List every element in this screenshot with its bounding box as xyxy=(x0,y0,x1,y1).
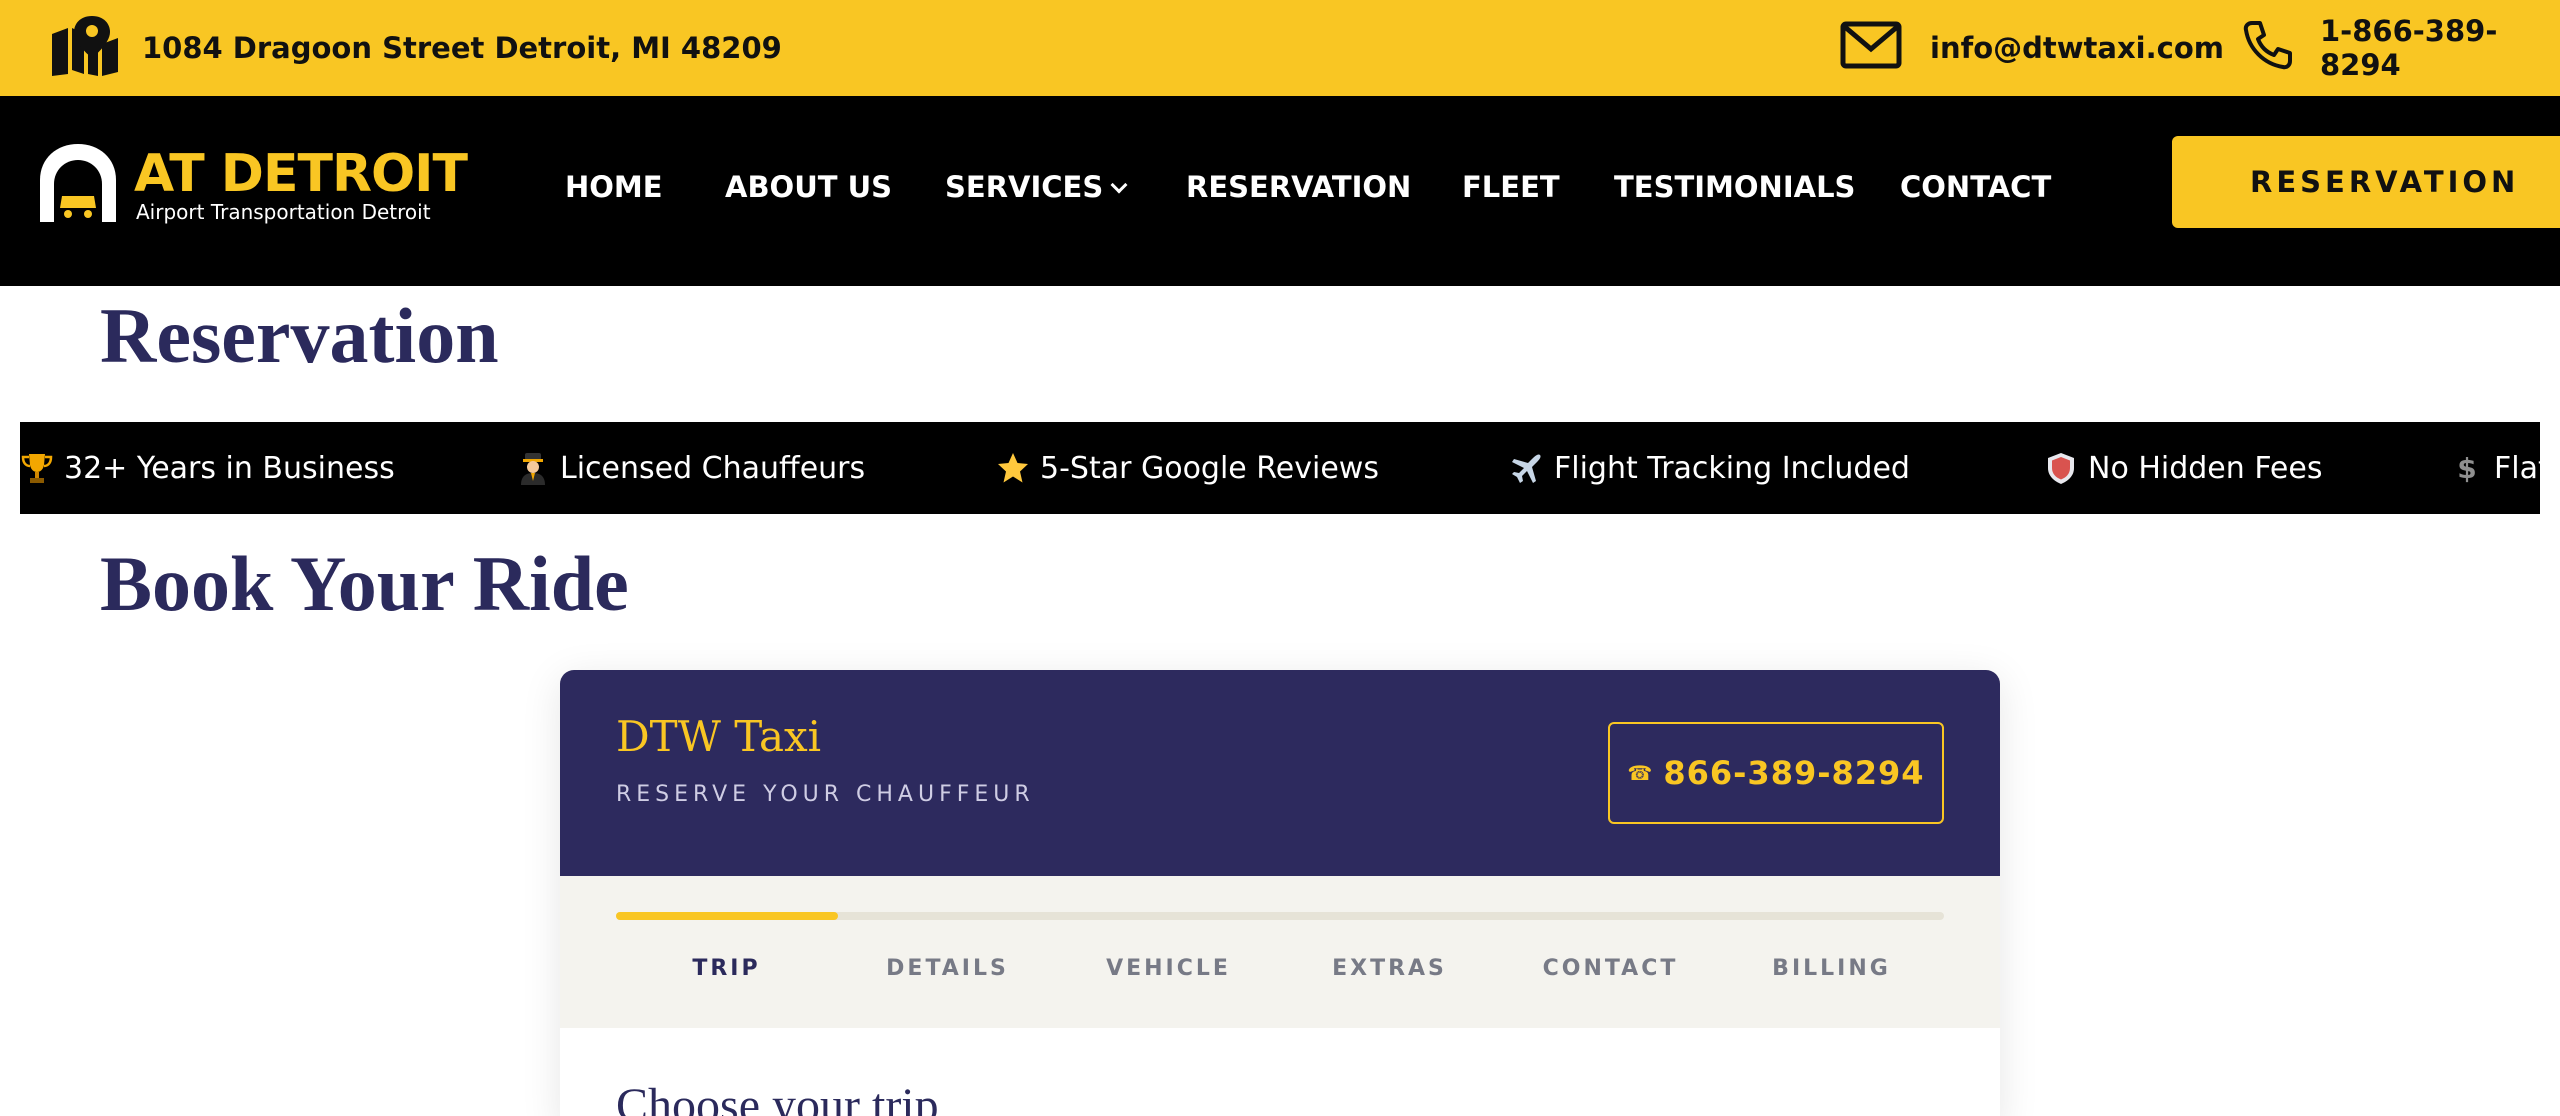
map-pin-icon xyxy=(50,14,120,83)
marquee-item: 32+ Years in Business xyxy=(20,422,395,514)
phone-icon xyxy=(2242,19,2294,78)
svg-text:$: $ xyxy=(2457,452,2476,485)
page-title: Reservation xyxy=(100,292,499,379)
nav-item-testimonials[interactable]: TESTIMONIALS xyxy=(1614,162,1855,212)
section-title: Book Your Ride xyxy=(100,540,629,627)
nav-item-reservation[interactable]: RESERVATION xyxy=(1186,162,1411,212)
main-navbar: AT DETROIT Airport Transportation Detroi… xyxy=(0,96,2560,286)
marquee-item: Flight Tracking Included xyxy=(1510,422,1910,514)
email-link[interactable]: info@dtwtaxi.com xyxy=(1812,18,2224,78)
step-vehicle[interactable]: VEHICLE xyxy=(1058,956,1279,981)
shield-icon xyxy=(2044,451,2078,485)
trust-marquee: 32+ Years in Business Licensed Chauffeur… xyxy=(20,422,2540,514)
marquee-item: 5-Star Google Reviews xyxy=(996,422,1379,514)
marquee-text: 5-Star Google Reviews xyxy=(1040,450,1379,486)
nav-item-services[interactable]: SERVICES xyxy=(945,162,1128,212)
marquee-item: Licensed Chauffeurs xyxy=(516,422,865,514)
brand-tagline: Airport Transportation Detroit xyxy=(136,200,431,224)
marquee-text: No Hidden Fees xyxy=(2088,450,2323,486)
booking-header: DTW Taxi RESERVE YOUR CHAUFFEUR ☎ 866-38… xyxy=(560,670,2000,876)
marquee-item: No Hidden Fees xyxy=(2044,422,2322,514)
nav-item-fleet[interactable]: FLEET xyxy=(1462,162,1560,212)
brand-name: AT DETROIT xyxy=(134,144,468,204)
step-details[interactable]: DETAILS xyxy=(837,956,1058,981)
trip-heading: Choose your trip xyxy=(616,1079,939,1116)
top-info-bar: 1084 Dragoon Street Detroit, MI 48209 in… xyxy=(0,0,2560,96)
envelope-icon xyxy=(1840,21,1902,76)
nav-item-services-label: SERVICES xyxy=(945,170,1104,204)
arch-logo-icon xyxy=(40,144,116,222)
step-trip[interactable]: TRIP xyxy=(616,956,837,981)
step-billing[interactable]: BILLING xyxy=(1721,956,1942,981)
progress-fill xyxy=(616,912,838,920)
address-text: 1084 Dragoon Street Detroit, MI 48209 xyxy=(142,31,782,65)
reservation-cta-button[interactable]: RESERVATION xyxy=(2172,136,2560,228)
phone-text[interactable]: 1-866-389-8294 xyxy=(2320,14,2560,82)
email-text[interactable]: info@dtwtaxi.com xyxy=(1930,31,2224,65)
marquee-item: $ Flat xyxy=(2450,422,2540,514)
nav-item-contact[interactable]: CONTACT xyxy=(1900,162,2051,212)
chevron-down-icon xyxy=(1110,176,1128,194)
nav-item-home[interactable]: HOME xyxy=(565,162,663,212)
step-contact[interactable]: CONTACT xyxy=(1500,956,1721,981)
nav-item-about-us[interactable]: ABOUT US xyxy=(725,162,892,212)
star-icon xyxy=(996,451,1030,485)
marquee-text: Licensed Chauffeurs xyxy=(560,450,866,486)
airplane-icon xyxy=(1510,451,1544,485)
booking-title: DTW Taxi xyxy=(616,712,822,761)
step-extras[interactable]: EXTRAS xyxy=(1279,956,1500,981)
booking-steps: TRIP DETAILS VEHICLE EXTRAS CONTACT BILL… xyxy=(560,876,2000,1028)
marquee-text: Flat xyxy=(2494,450,2540,486)
site-logo[interactable]: AT DETROIT Airport Transportation Detroi… xyxy=(40,144,468,234)
booking-subtitle: RESERVE YOUR CHAUFFEUR xyxy=(616,782,1035,807)
address-block: 1084 Dragoon Street Detroit, MI 48209 xyxy=(28,12,782,84)
marquee-text: Flight Tracking Included xyxy=(1554,450,1910,486)
dollar-icon: $ xyxy=(2450,451,2484,485)
progress-track xyxy=(616,912,1944,920)
trophy-icon xyxy=(20,451,54,485)
phone-link[interactable]: 1-866-389-8294 xyxy=(2216,14,2560,82)
booking-phone-label: 866-389-8294 xyxy=(1663,754,1925,792)
chauffeur-icon xyxy=(516,451,550,485)
booking-widget: DTW Taxi RESERVE YOUR CHAUFFEUR ☎ 866-38… xyxy=(560,670,2000,1116)
marquee-text: 32+ Years in Business xyxy=(64,450,395,486)
booking-body: Choose your trip xyxy=(560,1028,2000,1116)
booking-phone-button[interactable]: ☎ 866-389-8294 xyxy=(1608,722,1944,824)
telephone-icon: ☎ xyxy=(1627,761,1654,785)
